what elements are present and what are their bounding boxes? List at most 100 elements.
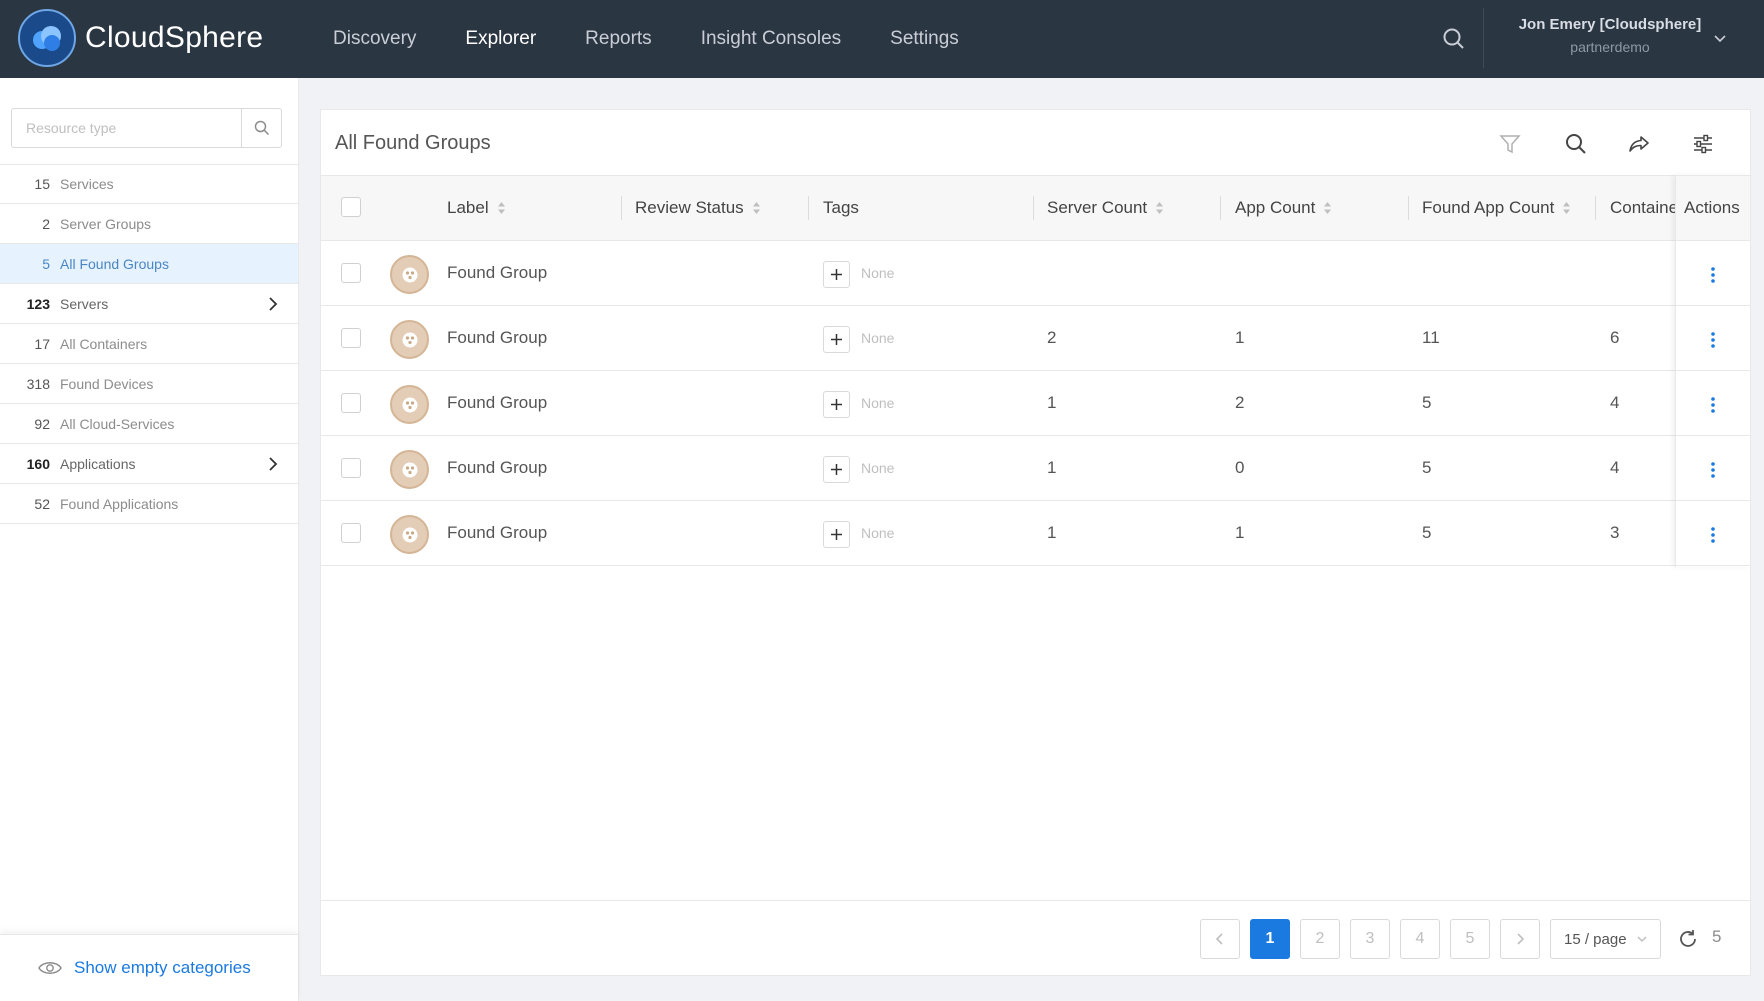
row-containers: 6: [1610, 328, 1620, 347]
category-count: 92: [34, 415, 50, 432]
more-actions-icon[interactable]: [1708, 526, 1718, 544]
table-row[interactable]: Found Group None 1 1 5 3: [321, 501, 1750, 566]
page-button-2[interactable]: 2: [1300, 919, 1340, 959]
row-label[interactable]: Found Group: [447, 306, 547, 370]
more-actions-icon[interactable]: [1708, 396, 1718, 414]
row-checkbox[interactable]: [341, 458, 361, 478]
user-name: Jon Emery [Cloudsphere]: [1518, 16, 1702, 33]
global-search-icon[interactable]: [1441, 26, 1467, 52]
prev-page-button[interactable]: [1200, 919, 1240, 959]
nav-discovery[interactable]: Discovery: [333, 28, 416, 50]
row-checkbox[interactable]: [341, 393, 361, 413]
sort-icon[interactable]: [752, 201, 761, 215]
column-header-text: App Count: [1235, 198, 1316, 217]
row-label[interactable]: Found Group: [447, 501, 547, 565]
row-label[interactable]: Found Group: [447, 436, 547, 500]
row-checkbox[interactable]: [341, 523, 361, 543]
column-divider: [621, 196, 622, 220]
column-header-text: Found App Count: [1422, 198, 1555, 217]
sort-icon[interactable]: [1562, 201, 1571, 215]
column-app-count[interactable]: App Count: [1235, 176, 1332, 240]
category-found-devices[interactable]: 318 Found Devices: [0, 364, 298, 404]
row-checkbox[interactable]: [341, 263, 361, 283]
resource-type-input[interactable]: [12, 109, 242, 147]
page-button-5[interactable]: 5: [1450, 919, 1490, 959]
nav-explorer[interactable]: Explorer: [465, 28, 536, 50]
row-containers: 4: [1610, 458, 1620, 477]
refresh-icon[interactable]: [1677, 928, 1699, 950]
table-row[interactable]: Found Group None: [321, 241, 1750, 306]
category-services[interactable]: 15 Services: [0, 164, 298, 204]
row-label[interactable]: Found Group: [447, 371, 547, 435]
row-app-count: 2: [1235, 393, 1245, 412]
add-tag-button[interactable]: [823, 326, 850, 353]
column-divider: [1033, 196, 1034, 220]
share-icon[interactable]: [1627, 132, 1651, 156]
row-checkbox[interactable]: [341, 328, 361, 348]
column-found-app-count[interactable]: Found App Count: [1422, 176, 1571, 240]
row-tags: None: [861, 525, 895, 541]
category-applications[interactable]: 160 Applications: [0, 444, 298, 484]
category-label: Server Groups: [60, 215, 152, 232]
user-menu[interactable]: Jon Emery [Cloudsphere] partnerdemo: [1510, 16, 1710, 55]
search-icon[interactable]: [1564, 132, 1588, 156]
category-servers[interactable]: 123 Servers: [0, 284, 298, 324]
nav-insight-consoles[interactable]: Insight Consoles: [701, 28, 841, 50]
more-actions-icon[interactable]: [1708, 461, 1718, 479]
plus-icon: [831, 464, 842, 475]
nav-settings[interactable]: Settings: [890, 28, 959, 50]
column-containers[interactable]: Containe: [1610, 176, 1676, 240]
cloudsphere-logo-icon: [18, 9, 76, 67]
sort-icon[interactable]: [497, 201, 506, 215]
show-empty-categories-link[interactable]: Show empty categories: [74, 958, 251, 978]
category-label: All Cloud-Services: [60, 415, 175, 432]
add-tag-button[interactable]: [823, 456, 850, 483]
column-settings-icon[interactable]: [1691, 132, 1715, 156]
more-actions-icon[interactable]: [1708, 266, 1718, 284]
select-all-checkbox[interactable]: [341, 197, 361, 217]
chevron-down-icon[interactable]: [1712, 30, 1728, 46]
page-size-select[interactable]: 15 / page: [1550, 919, 1661, 959]
row-tags: None: [861, 395, 895, 411]
add-tag-button[interactable]: [823, 261, 850, 288]
nav-reports[interactable]: Reports: [585, 28, 652, 50]
row-label[interactable]: Found Group: [447, 241, 547, 305]
page-button-4[interactable]: 4: [1400, 919, 1440, 959]
add-tag-button[interactable]: [823, 521, 850, 548]
main-nav: Discovery Explorer Reports Insight Conso…: [333, 0, 1008, 78]
column-server-count[interactable]: Server Count: [1047, 176, 1164, 240]
resource-search-button[interactable]: [241, 109, 281, 147]
column-review-status[interactable]: Review Status: [635, 176, 761, 240]
page-button-3[interactable]: 3: [1350, 919, 1390, 959]
chevron-right-icon[interactable]: [266, 456, 280, 472]
plus-icon: [831, 529, 842, 540]
filter-icon[interactable]: [1498, 132, 1522, 156]
category-server-groups[interactable]: 2 Server Groups: [0, 204, 298, 244]
category-found-applications[interactable]: 52 Found Applications: [0, 484, 298, 524]
category-label: Servers: [60, 295, 109, 312]
column-divider: [1220, 196, 1221, 220]
plus-icon: [831, 334, 842, 345]
sort-icon[interactable]: [1323, 201, 1332, 215]
column-tags[interactable]: Tags: [823, 176, 859, 240]
table-row[interactable]: Found Group None 2 1 11 6: [321, 306, 1750, 371]
sort-icon[interactable]: [1155, 201, 1164, 215]
category-label: All Containers: [60, 335, 148, 352]
row-app-count: 0: [1235, 458, 1245, 477]
category-all-containers[interactable]: 17 All Containers: [0, 324, 298, 364]
category-count: 123: [26, 295, 50, 312]
app-logo[interactable]: CloudSphere: [18, 9, 263, 67]
category-count: 52: [34, 495, 50, 512]
column-label[interactable]: Label: [447, 176, 506, 240]
table-row[interactable]: Found Group None 1 0 5 4: [321, 436, 1750, 501]
table-row[interactable]: Found Group None 1 2 5 4: [321, 371, 1750, 436]
category-all-cloud-services[interactable]: 92 All Cloud-Services: [0, 404, 298, 444]
category-all-found-groups[interactable]: 5 All Found Groups: [0, 244, 298, 284]
page-button-1[interactable]: 1: [1250, 919, 1290, 959]
chevron-right-icon[interactable]: [266, 296, 280, 312]
eye-icon[interactable]: [38, 960, 62, 976]
more-actions-icon[interactable]: [1708, 331, 1718, 349]
category-label: Services: [60, 176, 114, 192]
add-tag-button[interactable]: [823, 391, 850, 418]
next-page-button[interactable]: [1500, 919, 1540, 959]
